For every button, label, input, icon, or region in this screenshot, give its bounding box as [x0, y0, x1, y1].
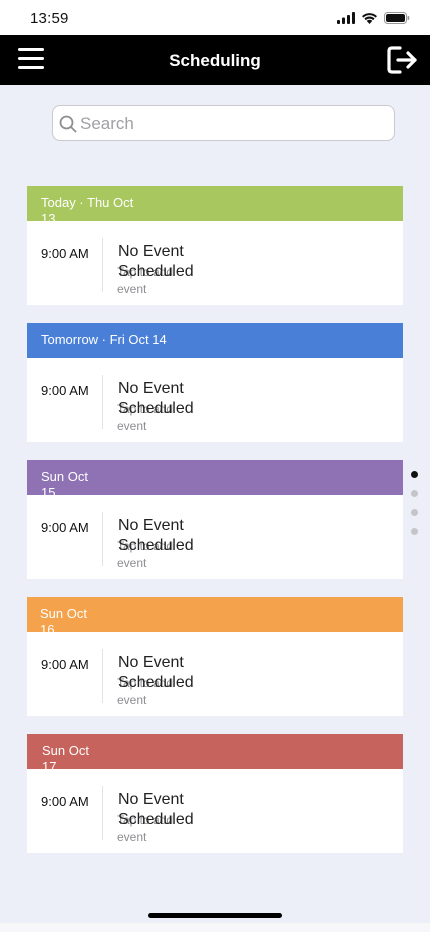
event-row[interactable]: 9:00 AM Tap to add event No Event Schedu… [27, 221, 403, 305]
page-dot[interactable] [411, 471, 418, 478]
page-dot[interactable] [411, 509, 418, 516]
day-card: Sun Oct 16 9:00 AM Tap to add event No E… [27, 597, 403, 716]
event-divider [102, 649, 103, 703]
day-header-label: Sun Oct 15 [41, 469, 88, 495]
event-title: No Event Scheduled [118, 791, 194, 828]
page-dot[interactable] [411, 490, 418, 497]
event-divider [102, 786, 103, 840]
event-divider [102, 512, 103, 566]
day-card: Sun Oct 15 9:00 AM Tap to add event No E… [27, 460, 403, 579]
event-time: 9:00 AM [41, 383, 89, 398]
event-row[interactable]: 9:00 AM Tap to add event No Event Schedu… [27, 632, 403, 716]
page-title: Scheduling [169, 51, 261, 70]
event-divider [102, 238, 103, 292]
logout-icon[interactable] [386, 44, 420, 76]
day-header-label: Sun Oct 16 [40, 606, 87, 632]
event-row[interactable]: 9:00 AM Tap to add event No Event Schedu… [27, 358, 403, 442]
day-card: Today · Thu Oct 13 9:00 AM Tap to add ev… [27, 186, 403, 305]
day-header-label: Sun Oct 17 [42, 743, 89, 769]
event-time: 9:00 AM [41, 794, 89, 809]
day-header: Sun Oct 15 [27, 460, 403, 495]
search-icon [59, 115, 77, 133]
day-header: Sun Oct 17 [27, 734, 403, 769]
search-box[interactable] [52, 105, 395, 141]
page-indicator [411, 471, 418, 547]
signal-icon [337, 11, 355, 29]
event-row[interactable]: 9:00 AM Tap to add event No Event Schedu… [27, 769, 403, 853]
day-header: Today · Thu Oct 13 [27, 186, 403, 221]
day-header: Sun Oct 16 [27, 597, 403, 632]
event-time: 9:00 AM [41, 520, 89, 535]
event-row[interactable]: 9:00 AM Tap to add event No Event Schedu… [27, 495, 403, 579]
wifi-icon [361, 11, 378, 29]
status-time: 13:59 [30, 10, 69, 27]
top-navbar: Scheduling [0, 35, 430, 85]
day-card: Sun Oct 17 9:00 AM Tap to add event No E… [27, 734, 403, 853]
event-title: No Event Scheduled [118, 380, 194, 417]
event-divider [102, 375, 103, 429]
event-time: 9:00 AM [41, 246, 89, 261]
event-title: No Event Scheduled [118, 243, 194, 280]
page-dot[interactable] [411, 528, 418, 535]
day-card: Tomorrow · Fri Oct 14 9:00 AM Tap to add… [27, 323, 403, 442]
event-time: 9:00 AM [41, 657, 89, 672]
home-indicator[interactable] [148, 913, 282, 918]
event-title: No Event Scheduled [118, 654, 194, 691]
search-input[interactable] [80, 112, 380, 136]
status-bar: 13:59 [0, 0, 430, 35]
event-title: No Event Scheduled [118, 517, 194, 554]
day-header-label: Today · Thu Oct 13 [41, 195, 134, 221]
bottom-area [0, 923, 430, 932]
battery-icon [384, 11, 410, 29]
status-icons [337, 11, 410, 29]
day-header: Tomorrow · Fri Oct 14 [27, 323, 403, 358]
day-header-label: Tomorrow · Fri Oct 14 [41, 332, 167, 347]
